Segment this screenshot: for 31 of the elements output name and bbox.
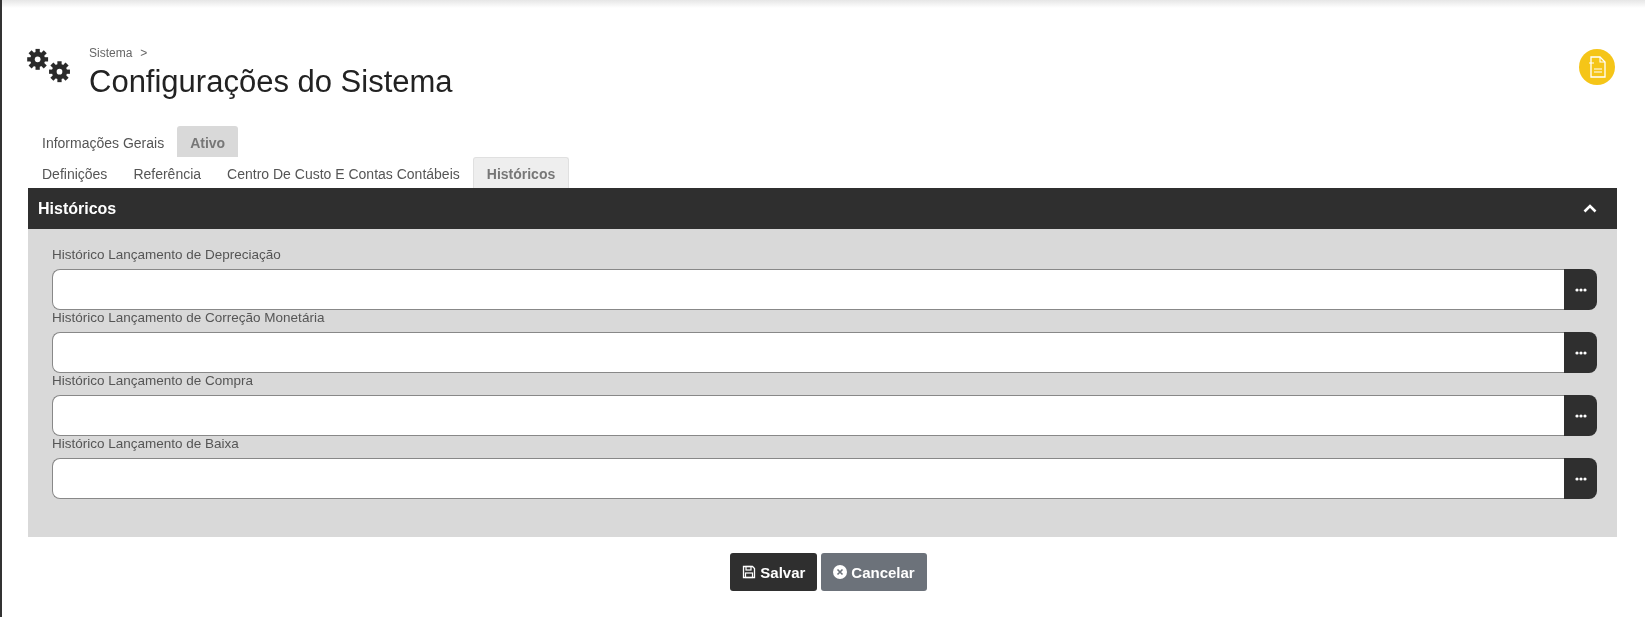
input-field[interactable] (52, 395, 1564, 436)
tab[interactable]: Informações Gerais (29, 126, 178, 157)
ellipsis-icon (1574, 350, 1587, 355)
tab[interactable]: Centro De Custo E Contas Contábeis (214, 157, 473, 188)
breadcrumb-separator: > (140, 46, 148, 60)
tab[interactable]: Referência (120, 157, 215, 188)
field-label: Histórico Lançamento de Depreciação (52, 247, 282, 264)
input-field[interactable] (52, 458, 1564, 499)
cancel-button[interactable]: Cancelar (821, 553, 927, 591)
tab[interactable]: Históricos (472, 157, 570, 188)
floppy-icon (742, 565, 757, 579)
ellipsis-icon (1574, 476, 1587, 481)
panel-header[interactable]: Históricos (28, 188, 1617, 229)
field-label: Histórico Lançamento de Compra (52, 373, 255, 390)
close-icon (833, 565, 848, 579)
field-label: Histórico Lançamento de Correção Monetária (52, 310, 326, 327)
lookup-button[interactable] (1564, 269, 1597, 310)
lookup-button[interactable] (1564, 458, 1597, 499)
input-field[interactable] (52, 269, 1564, 310)
panel-title: Históricos (38, 199, 117, 218)
breadcrumb-link[interactable]: Sistema (89, 46, 133, 60)
lookup-button[interactable] (1564, 332, 1597, 373)
field-label: Histórico Lançamento de Baixa (52, 436, 240, 453)
tab[interactable]: Definições (29, 157, 121, 188)
chevron-icon[interactable] (1583, 204, 1597, 213)
lookup-button[interactable] (1564, 395, 1597, 436)
save-button[interactable]: Salvar (730, 553, 818, 591)
ellipsis-icon (1574, 287, 1587, 292)
page-title: Configurações do Sistema (89, 64, 453, 100)
ellipsis-icon (1574, 413, 1587, 418)
input-field[interactable] (52, 332, 1564, 373)
